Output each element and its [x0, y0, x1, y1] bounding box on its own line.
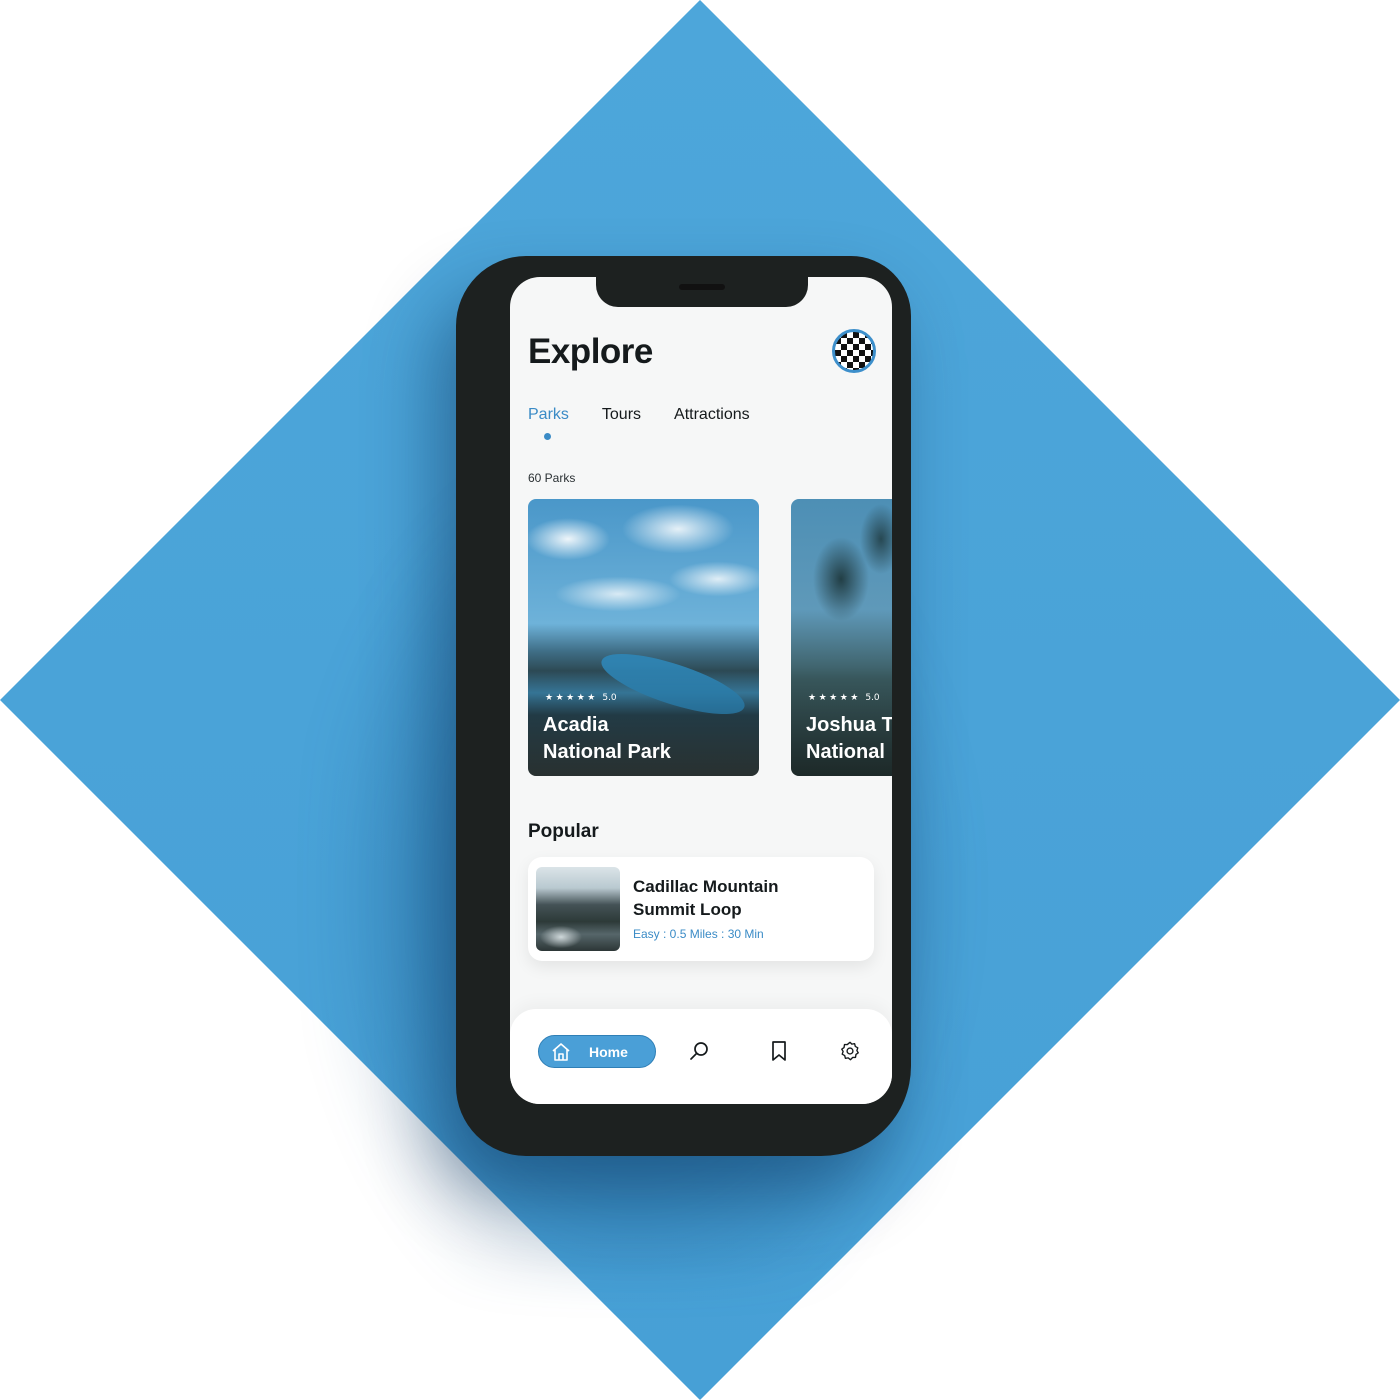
- rating-value: 5.0: [602, 692, 617, 703]
- checkered-avatar-icon[interactable]: [832, 329, 876, 373]
- page-title: Explore: [528, 332, 653, 371]
- popular-section-title: Popular: [528, 821, 599, 842]
- popular-item[interactable]: Cadillac Mountain Summit Loop Easy : 0.5…: [528, 857, 874, 961]
- active-tab-indicator: [544, 433, 551, 440]
- parks-count: 60 Parks: [528, 471, 576, 485]
- rating-stars: ★ ★ ★ ★ ★: [545, 692, 596, 702]
- home-label: Home: [589, 1043, 628, 1060]
- trail-title: Cadillac Mountain Summit Loop: [633, 877, 779, 919]
- rating-value: 5.0: [865, 692, 880, 703]
- settings-gear-icon[interactable]: [837, 1038, 863, 1064]
- tab-attractions[interactable]: Attractions: [674, 406, 750, 424]
- home-nav-button[interactable]: Home: [538, 1035, 656, 1068]
- tab-parks[interactable]: Parks: [528, 406, 569, 440]
- star-rating: ★ ★ ★ ★ ★ 5.0: [808, 692, 880, 703]
- trail-meta: Easy : 0.5 Miles : 30 Min: [633, 927, 764, 941]
- star-rating: ★ ★ ★ ★ ★ 5.0: [545, 692, 617, 703]
- tab-parks-label: Parks: [528, 406, 569, 423]
- phone-notch: [596, 277, 808, 307]
- home-icon: [552, 1042, 570, 1061]
- category-tabs: Parks Tours Attractions: [528, 406, 750, 440]
- search-icon[interactable]: [686, 1038, 712, 1064]
- park-card-joshua-tree[interactable]: ★ ★ ★ ★ ★ 5.0 Joshua T National: [791, 499, 892, 776]
- park-name: Acadia National Park: [543, 714, 671, 763]
- rating-stars: ★ ★ ★ ★ ★: [808, 692, 859, 702]
- park-name: Joshua T National: [806, 714, 892, 763]
- tab-attractions-label: Attractions: [674, 406, 750, 423]
- tab-tours[interactable]: Tours: [602, 406, 641, 424]
- phone-screen: Explore Parks Tours Attractions 60 Parks…: [510, 277, 892, 1104]
- speaker-grille: [679, 284, 725, 290]
- bookmark-icon[interactable]: [766, 1038, 792, 1064]
- bottom-nav: Home: [510, 1009, 892, 1104]
- park-card-acadia[interactable]: ★ ★ ★ ★ ★ 5.0 Acadia National Park: [528, 499, 759, 776]
- tab-tours-label: Tours: [601, 406, 642, 423]
- trail-thumbnail: [536, 867, 620, 951]
